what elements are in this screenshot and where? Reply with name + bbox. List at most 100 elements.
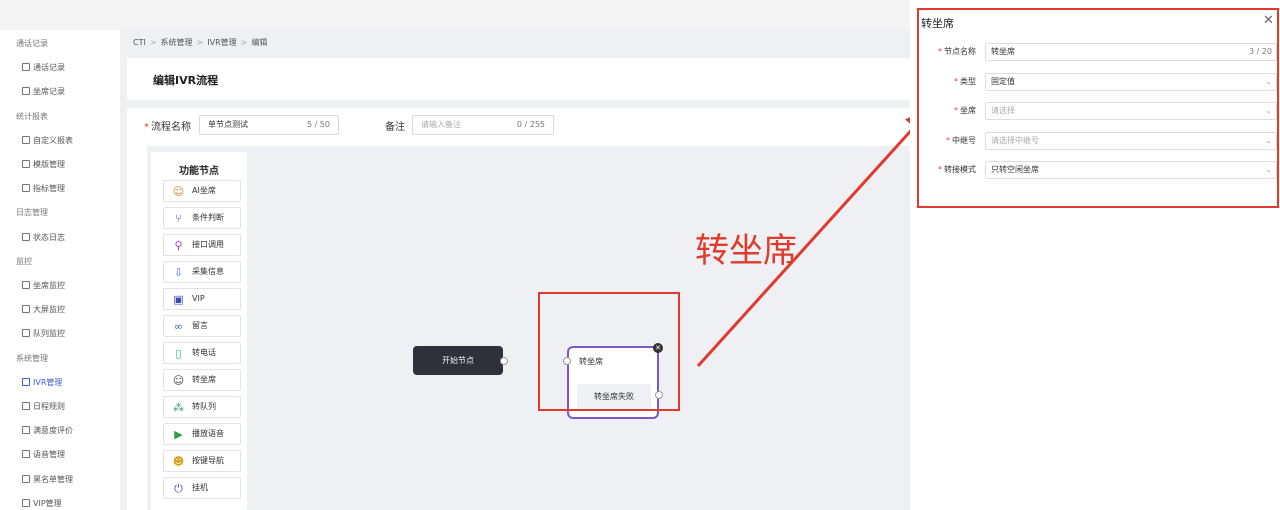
palette-node[interactable]: ⇩ 采集信息: [163, 261, 241, 283]
sidebar-label: 模版管理: [33, 160, 65, 169]
sidebar-item[interactable]: 指标管理: [0, 177, 120, 201]
panel-select[interactable]: 请选择中继号 ⌄: [985, 131, 1277, 150]
menu-item-icon: [22, 232, 30, 241]
palette-node[interactable]: ⑂ 条件判断: [163, 207, 241, 229]
sidebar-item[interactable]: 日程规则: [0, 395, 120, 419]
sidebar-group-label: 监控: [0, 250, 120, 274]
palette-node-label: 按键导航: [192, 456, 224, 465]
palette-node-label: 留言: [192, 321, 208, 330]
panel-input[interactable]: 转坐席 3 / 20: [985, 43, 1277, 61]
start-node-label: 开始节点: [442, 356, 474, 365]
sidebar-label: 通话记录: [16, 39, 48, 48]
flow-editor: * 流程名称 单节点测试 5 / 50 备注 请输入备注 0 / 255 功能节点…: [127, 108, 910, 510]
menu-item-icon: [22, 160, 30, 168]
sidebar-item[interactable]: VIP管理: [0, 492, 120, 510]
panel-field-label: * 节点名称: [938, 47, 976, 56]
sidebar-label: 自定义报表: [33, 135, 73, 145]
remark-counter: 0 / 255: [516, 120, 545, 129]
chevron-down-icon: ⌄: [1265, 165, 1272, 174]
sidebar-label: VIP管理: [33, 498, 62, 508]
remark-input[interactable]: 请输入备注 0 / 255: [412, 115, 554, 135]
sidebar-item[interactable]: 大屏监控: [0, 298, 120, 322]
top-bar: [0, 0, 910, 30]
palette-node[interactable]: ☺ AI坐席: [163, 180, 241, 202]
palette-node-label: 条件判断: [192, 213, 224, 222]
breadcrumb-item: 编辑: [251, 38, 268, 47]
panel-select[interactable]: 只转空闲坐席 ⌄: [985, 161, 1277, 179]
sidebar-label: 统计报表: [16, 111, 48, 121]
sidebar-group-label: 统计报表: [0, 105, 120, 129]
menu-item-icon: [22, 305, 30, 314]
close-icon[interactable]: ✕: [1263, 13, 1274, 28]
panel-select[interactable]: 请选择 ⌄: [985, 102, 1277, 120]
start-node[interactable]: 开始节点: [413, 346, 503, 375]
remark-label: 备注: [385, 122, 405, 133]
plug-icon: ⚲: [174, 239, 183, 252]
flow-name-counter: 5 / 50: [306, 120, 330, 129]
menu-item-icon: [22, 281, 30, 289]
page-title: 编辑IVR流程: [153, 74, 219, 87]
palette-node[interactable]: ⏻ 挂机: [163, 477, 241, 499]
menu-item-icon: [22, 377, 30, 386]
page-header: 编辑IVR流程: [127, 58, 910, 100]
sidebar-item[interactable]: 满意度评价: [0, 419, 120, 443]
sidebar-label: 满意度评价: [33, 426, 73, 436]
menu-item-icon: [22, 402, 30, 410]
sidebar-item[interactable]: 通话记录: [0, 56, 120, 80]
breadcrumb: CTI > 系统管理 > IVR管理 > 编辑: [133, 38, 268, 47]
palette-node[interactable]: ⚲ 接口调用: [163, 234, 241, 256]
start-node-output-port[interactable]: [500, 357, 508, 365]
sidebar-label: 监控: [16, 256, 32, 266]
sidebar-group-label: 系统管理: [0, 347, 120, 371]
annotation-label: 转坐席: [695, 231, 797, 271]
sidebar-label: 坐席记录: [33, 87, 65, 97]
annotation-highlight-box: [538, 292, 680, 411]
sidebar-item[interactable]: 自定义报表: [0, 129, 120, 153]
sidebar-item[interactable]: 坐席监控: [0, 274, 120, 298]
sidebar-label: 语音管理: [33, 450, 65, 460]
palette-node[interactable]: ▯ 转电话: [163, 342, 241, 364]
sidebar-item[interactable]: IVR管理: [0, 371, 120, 395]
flow-name-input[interactable]: 单节点测试 5 / 50: [199, 115, 339, 135]
power-icon: ⏻: [174, 482, 183, 495]
sidebar-item[interactable]: 队列监控: [0, 322, 120, 346]
menu-item-icon: [22, 426, 30, 435]
palette-node-label: 转坐席: [192, 375, 216, 384]
sidebar-item[interactable]: 语音管理: [0, 443, 120, 467]
sidebar-item[interactable]: 坐席记录: [0, 80, 120, 104]
palette-node-label: 转电话: [192, 348, 216, 357]
breadcrumb-item[interactable]: IVR管理: [207, 38, 236, 47]
flow-canvas[interactable]: 功能节点 ☺ AI坐席 ⑂ 条件判断 ⚲ 接口调用 ⇩ 采集信息 ▣ VIP ∞ 留言 ▯ 转电话 ☺ 转坐席…: [147, 146, 910, 510]
panel-select[interactable]: 固定值 ⌄: [985, 72, 1277, 91]
sidebar-group-label: 日志管理: [0, 201, 120, 225]
palette-node[interactable]: ☺ 转坐席: [163, 369, 241, 391]
sidebar: 通话记录 通话记录 坐席记录 统计报表 自定义报表 模版管理 指标管理 日志管理 状态日志 监控坐…: [0, 30, 120, 510]
menu-item-icon: [22, 498, 30, 507]
palette-node-label: VIP: [192, 294, 205, 303]
sidebar-item[interactable]: 黑名单管理: [0, 468, 120, 492]
menu-item-icon: [22, 63, 30, 72]
sidebar-label: 黑名单管理: [33, 474, 73, 484]
branch-icon: ⑂: [175, 212, 182, 225]
palette-node-label: 转队列: [192, 402, 216, 411]
palette-node[interactable]: ☻ 按键导航: [163, 450, 241, 472]
vip-icon: ▣: [173, 293, 184, 306]
sidebar-item[interactable]: 状态日志: [0, 226, 120, 250]
palette-node[interactable]: ▶ 播放语音: [163, 423, 241, 445]
panel-field-label: * 转接模式: [938, 165, 976, 174]
palette-node[interactable]: ⁂ 转队列: [163, 396, 241, 418]
sidebar-item[interactable]: 模版管理: [0, 153, 120, 177]
breadcrumb-item[interactable]: 系统管理: [161, 38, 193, 47]
breadcrumb-item[interactable]: CTI: [133, 38, 146, 47]
palette-node[interactable]: ∞ 留言: [163, 315, 241, 337]
palette-node[interactable]: ▣ VIP: [163, 288, 241, 310]
collect-icon: ⇩: [173, 266, 184, 279]
sidebar-label: 日志管理: [16, 208, 48, 218]
chevron-down-icon: ⌄: [1265, 106, 1272, 115]
palette-node-label: 挂机: [192, 483, 208, 492]
sidebar-label: 指标管理: [33, 184, 65, 194]
menu-item-icon: [22, 135, 30, 144]
flow-name-label: * 流程名称: [144, 122, 191, 133]
menu-item-icon: [22, 450, 30, 459]
panel-input-counter: 3 / 20: [1248, 47, 1272, 56]
